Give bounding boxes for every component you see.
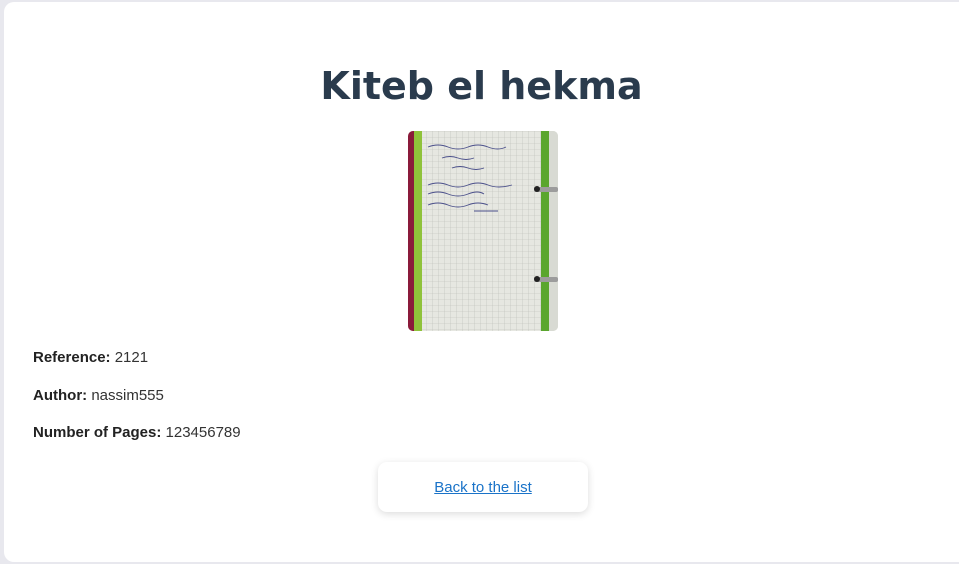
pages-field: Number of Pages: 123456789: [33, 424, 241, 441]
pages-value: 123456789: [165, 424, 241, 441]
reference-field: Reference: 2121: [33, 349, 148, 366]
book-detail-card: Kiteb el hekma Reference: 2121 Author: n…: [4, 2, 959, 562]
book-cover-image: [408, 131, 558, 331]
pages-label: Number of Pages:: [33, 424, 162, 441]
reference-value: 2121: [114, 349, 149, 366]
page-title: Kiteb el hekma: [320, 64, 643, 108]
reference-label: Reference:: [33, 349, 111, 366]
author-value: nassim555: [91, 387, 164, 404]
back-button-container: Back to the list: [378, 462, 588, 512]
author-field: Author: nassim555: [33, 387, 164, 404]
author-label: Author:: [33, 387, 88, 404]
back-to-list-link[interactable]: Back to the list: [434, 479, 532, 496]
